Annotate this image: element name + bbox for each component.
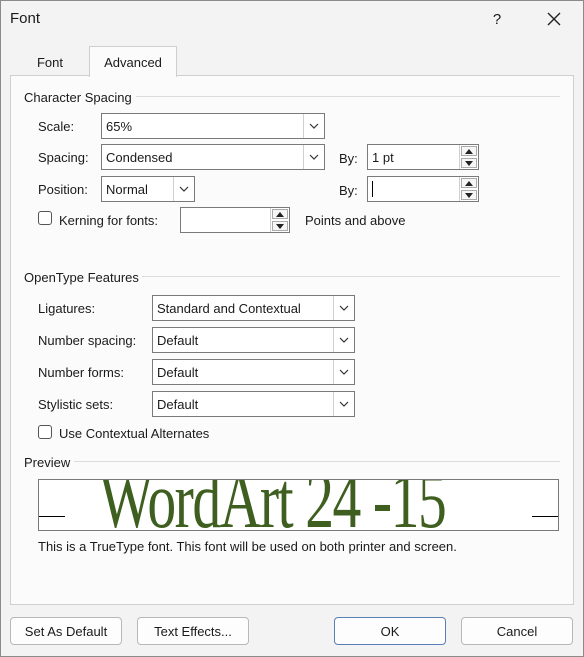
preview-divider xyxy=(74,461,560,462)
kerning-label: Kerning for fonts: xyxy=(59,213,158,228)
stylistic-sets-label: Stylistic sets: xyxy=(38,397,114,412)
contextual-alternates-label: Use Contextual Alternates xyxy=(59,426,210,441)
font-type-description: This is a TrueType font. This font will … xyxy=(38,539,457,554)
number-forms-value: Default xyxy=(157,364,199,380)
scale-label: Scale: xyxy=(38,119,75,134)
ok-button[interactable]: OK xyxy=(334,617,446,645)
ligatures-label: Ligatures: xyxy=(38,301,96,316)
spin-up-icon[interactable] xyxy=(272,209,288,219)
help-button[interactable]: ? xyxy=(480,2,514,36)
kerning-suffix: Points and above xyxy=(305,213,406,228)
contextual-alternates-checkbox[interactable] xyxy=(38,425,52,439)
spin-down-icon[interactable] xyxy=(461,158,477,168)
chevron-down-icon[interactable] xyxy=(333,296,354,320)
spacing-value: Condensed xyxy=(106,149,173,165)
chevron-down-icon[interactable] xyxy=(333,392,354,416)
spacing-label: Spacing: xyxy=(38,150,89,165)
kerning-value xyxy=(181,208,270,232)
dialog-title: Font xyxy=(10,10,41,27)
stylistic-sets-value: Default xyxy=(157,396,199,412)
baseline-left xyxy=(39,516,65,517)
position-combo[interactable]: Normal xyxy=(101,176,195,202)
character-spacing-divider xyxy=(136,96,560,97)
stylistic-sets-combo[interactable]: Default xyxy=(152,391,355,417)
spacing-by-label: By: xyxy=(339,151,358,166)
cancel-label: Cancel xyxy=(496,623,538,639)
ok-label: OK xyxy=(380,623,400,639)
tab-advanced-label: Advanced xyxy=(104,54,162,70)
text-caret xyxy=(372,181,373,197)
spin-up-icon[interactable] xyxy=(461,178,477,188)
chevron-down-icon[interactable] xyxy=(303,145,324,169)
baseline-right xyxy=(532,516,558,517)
ligatures-value: Standard and Contextual xyxy=(157,300,301,316)
chevron-down-icon[interactable] xyxy=(333,328,354,352)
spin-down-icon[interactable] xyxy=(461,190,477,200)
number-forms-label: Number forms: xyxy=(38,365,124,380)
kerning-checkbox[interactable] xyxy=(38,211,52,225)
chevron-down-icon[interactable] xyxy=(303,114,324,138)
number-forms-combo[interactable]: Default xyxy=(152,359,355,385)
spin-down-icon[interactable] xyxy=(272,221,288,231)
number-spacing-label: Number spacing: xyxy=(38,333,137,348)
tab-font[interactable]: Font xyxy=(11,48,89,76)
close-button[interactable] xyxy=(534,2,574,36)
chevron-down-icon[interactable] xyxy=(333,360,354,384)
cancel-button[interactable]: Cancel xyxy=(461,617,573,645)
position-label: Position: xyxy=(38,182,88,197)
kerning-spinner[interactable] xyxy=(180,207,290,233)
tab-font-label: Font xyxy=(36,54,63,70)
scale-combo[interactable]: 65% xyxy=(101,113,325,139)
spacing-combo[interactable]: Condensed xyxy=(101,144,325,170)
close-icon xyxy=(547,12,561,26)
character-spacing-header: Character Spacing xyxy=(24,90,132,105)
chevron-down-icon[interactable] xyxy=(173,177,194,201)
preview-sample-text: WordArt 24 -15 xyxy=(99,479,447,531)
set-as-default-label: Set As Default xyxy=(24,623,108,639)
tab-advanced[interactable]: Advanced xyxy=(89,46,177,77)
scale-value: 65% xyxy=(106,118,133,134)
text-effects-button[interactable]: Text Effects... xyxy=(137,617,249,645)
opentype-divider xyxy=(142,276,560,277)
number-spacing-combo[interactable]: Default xyxy=(152,327,355,353)
position-by-spinner[interactable] xyxy=(367,176,479,202)
position-value: Normal xyxy=(106,181,148,197)
spacing-by-value: 1 pt xyxy=(372,149,394,165)
opentype-header: OpenType Features xyxy=(24,270,139,285)
spin-up-icon[interactable] xyxy=(461,146,477,156)
help-icon: ? xyxy=(492,10,502,28)
text-effects-label: Text Effects... xyxy=(154,623,232,639)
preview-header: Preview xyxy=(24,455,71,470)
position-by-label: By: xyxy=(339,183,358,198)
preview-box: WordArt 24 -15 xyxy=(38,479,559,531)
ligatures-combo[interactable]: Standard and Contextual xyxy=(152,295,355,321)
number-spacing-value: Default xyxy=(157,332,199,348)
spacing-by-spinner[interactable]: 1 pt xyxy=(367,144,479,170)
set-as-default-button[interactable]: Set As Default xyxy=(10,617,122,645)
